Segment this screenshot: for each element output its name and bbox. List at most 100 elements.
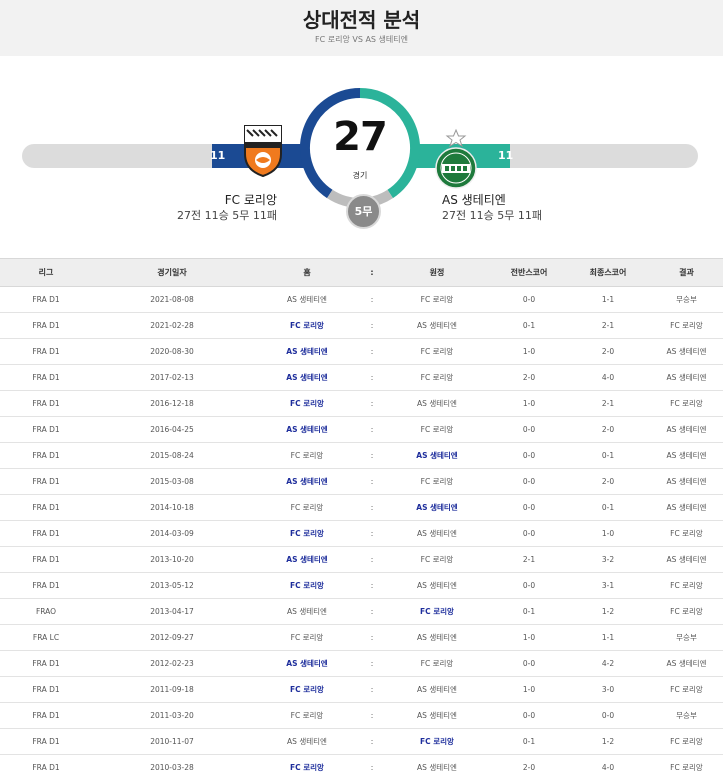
page-subtitle: FC 로리앙 VS AS 생테티엔: [315, 35, 408, 44]
half-score-cell: 2-1: [492, 546, 566, 573]
col-result: 결과: [650, 258, 723, 287]
league-cell: FRA D1: [0, 676, 92, 703]
league-cell: FRA D1: [0, 468, 92, 495]
result-cell: AS 생테티엔: [650, 546, 723, 573]
separator-cell: :: [362, 676, 382, 703]
home-team-cell: AS 생테티엔: [252, 546, 362, 573]
away-team-cell: FC 로리앙: [382, 338, 492, 365]
league-cell: FRA D1: [0, 338, 92, 365]
home-team-cell: AS 생테티엔: [252, 364, 362, 391]
final-score-cell: 1-2: [566, 598, 650, 625]
home-team-cell: AS 생테티엔: [252, 338, 362, 365]
date-cell: 2013-10-20: [92, 546, 252, 573]
date-cell: 2010-03-28: [92, 754, 252, 776]
half-score-cell: 0-0: [492, 286, 566, 313]
away-team-cell: AS 생테티엔: [382, 702, 492, 729]
home-team-cell: AS 생테티엔: [252, 650, 362, 677]
result-cell: FC 로리앙: [650, 312, 723, 339]
fc-lorient-logo: [244, 125, 282, 178]
col-separator: :: [362, 258, 382, 287]
separator-cell: :: [362, 442, 382, 469]
separator-cell: :: [362, 650, 382, 677]
date-cell: 2012-09-27: [92, 624, 252, 651]
date-cell: 2021-08-08: [92, 286, 252, 313]
away-team-cell: AS 생테티엔: [382, 494, 492, 521]
separator-cell: :: [362, 416, 382, 443]
total-matches-unit: 경기: [352, 171, 368, 180]
table-row: FRA D1 2015-03-08 AS 생테티엔: FC 로리앙 0-0 2-0 AS 생…: [0, 468, 723, 495]
separator-cell: :: [362, 390, 382, 417]
home-team-cell: AS 생테티엔: [252, 416, 362, 443]
separator-cell: :: [362, 286, 382, 313]
table-row: FRA D1 2016-04-25 AS 생테티엔: FC 로리앙 0-0 2-0 AS 생…: [0, 416, 723, 443]
home-team-cell: FC 로리앙: [252, 676, 362, 703]
league-cell: FRA D1: [0, 286, 92, 313]
home-team-cell: FC 로리앙: [252, 624, 362, 651]
final-score-cell: 0-1: [566, 442, 650, 469]
date-cell: 2013-04-17: [92, 598, 252, 625]
half-score-cell: 0-0: [492, 520, 566, 547]
half-score-cell: 2-0: [492, 754, 566, 776]
table-row: FRA D1 2013-10-20 AS 생테티엔: FC 로리앙 2-1 3-2 AS 생…: [0, 546, 723, 573]
final-score-cell: 3-2: [566, 546, 650, 573]
league-cell: FRA D1: [0, 572, 92, 599]
half-score-cell: 0-0: [492, 702, 566, 729]
away-team-cell: AS 생테티엔: [382, 312, 492, 339]
date-cell: 2010-11-07: [92, 728, 252, 755]
table-row: FRA D1 2011-09-18 FC 로리앙: AS 생테티엔 1-0 3-0 FC 로…: [0, 676, 723, 703]
total-matches-count: 27: [333, 114, 388, 160]
home-team-cell: AS 생테티엔: [252, 728, 362, 755]
home-team-cell: FC 로리앙: [252, 572, 362, 599]
league-cell: FRA D1: [0, 494, 92, 521]
col-league: 리그: [0, 258, 92, 287]
away-team-cell: AS 생테티엔: [382, 442, 492, 469]
separator-cell: :: [362, 312, 382, 339]
col-home: 홈: [252, 258, 362, 287]
result-cell: AS 생테티엔: [650, 338, 723, 365]
date-cell: 2016-12-18: [92, 390, 252, 417]
home-team-cell: FC 로리앙: [252, 494, 362, 521]
table-row: FRA D1 2016-12-18 FC 로리앙: AS 생테티엔 1-0 2-1 FC 로…: [0, 390, 723, 417]
result-cell: FC 로리앙: [650, 520, 723, 547]
final-score-cell: 2-1: [566, 312, 650, 339]
home-team-cell: FC 로리앙: [252, 312, 362, 339]
away-team-cell: FC 로리앙: [382, 546, 492, 573]
league-cell: FRA D1: [0, 754, 92, 776]
date-cell: 2016-04-25: [92, 416, 252, 443]
result-cell: FC 로리앙: [650, 598, 723, 625]
final-score-cell: 2-0: [566, 338, 650, 365]
table-row: FRA D1 2017-02-13 AS 생테티엔: FC 로리앙 2-0 4-0 AS 생…: [0, 364, 723, 391]
half-score-cell: 2-0: [492, 364, 566, 391]
date-cell: 2014-03-09: [92, 520, 252, 547]
away-team-cell: FC 로리앙: [382, 364, 492, 391]
date-cell: 2015-03-08: [92, 468, 252, 495]
separator-cell: :: [362, 728, 382, 755]
away-team-record: 27전 11승 5무 11패: [442, 209, 542, 222]
half-score-cell: 0-1: [492, 728, 566, 755]
match-history-table: 리그 경기일자 홈 : 원정 전반스코어 최종스코어 결과 FRA D1 2021…: [0, 258, 723, 776]
half-score-cell: 1-0: [492, 390, 566, 417]
final-score-cell: 2-1: [566, 390, 650, 417]
home-wins-count: 11: [210, 149, 226, 162]
league-cell: FRAO: [0, 598, 92, 625]
half-score-cell: 1-0: [492, 338, 566, 365]
result-cell: 무승부: [650, 286, 723, 313]
date-cell: 2011-09-18: [92, 676, 252, 703]
home-team-cell: FC 로리앙: [252, 442, 362, 469]
separator-cell: :: [362, 364, 382, 391]
away-team-cell: AS 생테티엔: [382, 520, 492, 547]
date-cell: 2013-05-12: [92, 572, 252, 599]
head-to-head-summary: 11 11 27 경기 5무 FC 로리앙 27전 11승 5무 11패 AS …: [0, 56, 723, 258]
table-row: FRA D1 2021-08-08 AS 생테티엔: FC 로리앙 0-0 1-1 무승부: [0, 286, 723, 313]
league-cell: FRA LC: [0, 624, 92, 651]
final-score-cell: 4-0: [566, 754, 650, 776]
final-score-cell: 0-1: [566, 494, 650, 521]
half-score-cell: 1-0: [492, 676, 566, 703]
table-row: FRA D1 2014-10-18 FC 로리앙: AS 생테티엔 0-0 0-1 AS 생…: [0, 494, 723, 521]
table-row: FRAO 2013-04-17 AS 생테티엔: FC 로리앙 0-1 1-2 FC 로리앙: [0, 598, 723, 625]
result-cell: 무승부: [650, 624, 723, 651]
table-row: FRA D1 2011-03-20 FC 로리앙: AS 생테티엔 0-0 0-0 무승부: [0, 702, 723, 729]
table-row: FRA D1 2010-03-28 FC 로리앙: AS 생테티엔 2-0 4-0 FC 로…: [0, 754, 723, 776]
table-row: FRA D1 2013-05-12 FC 로리앙: AS 생테티엔 0-0 3-1 FC 로…: [0, 572, 723, 599]
col-half-score: 전반스코어: [492, 258, 566, 287]
